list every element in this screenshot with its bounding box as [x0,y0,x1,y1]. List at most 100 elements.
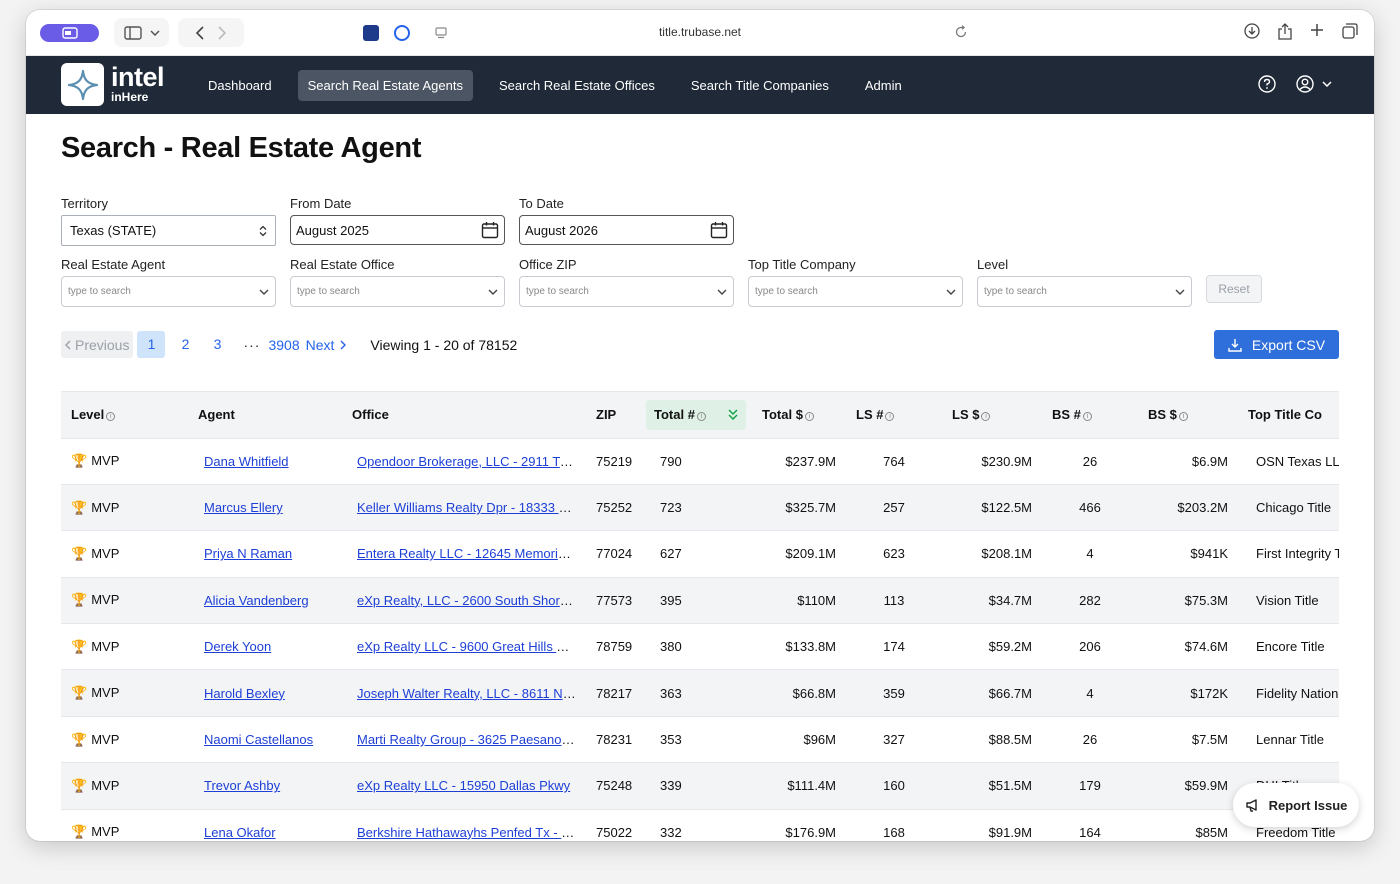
logo-icon[interactable] [61,63,104,106]
office-link[interactable]: Marti Realty Group - 3625 Paesanos Pkwy [357,732,586,747]
logo-text[interactable]: intel inHere [111,62,165,104]
export-csv-button[interactable]: Export CSV [1214,330,1339,359]
tab-overview-icon[interactable] [1342,23,1358,39]
agent-link[interactable]: Dana Whitfield [204,454,289,469]
col-ls-count[interactable]: LS # i [846,392,942,439]
info-icon[interactable]: i [981,412,991,422]
level-cell: 🏆 MVP [61,809,188,841]
info-icon[interactable]: i [1178,412,1188,422]
table-row[interactable]: 🏆 MVP Marcus Ellery Keller Williams Realty … [61,484,1339,532]
nav-search-agents[interactable]: Search Real Estate Agents [297,70,473,101]
bitwarden-extension-icon[interactable] [363,25,379,41]
page-3-button[interactable]: 3 [201,331,233,358]
col-bs-dollar[interactable]: BS $ i [1138,392,1238,439]
agent-link[interactable]: Harold Bexley [204,686,285,701]
col-ls-dollar[interactable]: LS $ i [942,392,1042,439]
col-top-title-co[interactable]: Top Title Co [1238,392,1339,439]
office-link[interactable]: eXp Realty LLC - 9600 Great Hills Trail [357,639,581,654]
sidebar-toggle-button[interactable] [114,18,169,47]
office-link[interactable]: eXp Realty, LLC - 2600 South Shore Blvd [357,593,586,608]
page-2-button[interactable]: 2 [169,331,201,358]
agent-cell: Trevor Ashby [188,762,342,810]
onepassword-extension-icon[interactable] [394,25,410,41]
territory-select[interactable]: Texas (STATE) [61,215,276,246]
page-1-button[interactable]: 1 [137,331,166,358]
from-date-field: From Date August 2025 [290,196,505,245]
agent-link[interactable]: Naomi Castellanos [204,732,313,747]
zip-cell: 78759 [586,623,646,671]
table-row[interactable]: 🏆 MVP Derek Yoon eXp Realty LLC - 9600 Grea… [61,623,1339,671]
reset-button[interactable]: Reset [1206,275,1262,303]
table-header-row: Level i Agent Office ZIP Total # i Total $… [61,392,1339,439]
agent-link[interactable]: Alicia Vandenberg [204,593,309,608]
table-row[interactable]: 🏆 MVP Dana Whitfield Opendoor Brokerage, LL… [61,438,1339,485]
col-agent[interactable]: Agent [188,392,342,439]
last-page-button[interactable]: 3908 [268,337,299,353]
agent-link[interactable]: Marcus Ellery [204,500,283,515]
office-search-input[interactable]: type to search [290,276,505,307]
office-link[interactable]: eXp Realty LLC - 15950 Dallas Pkwy [357,778,570,793]
new-tab-icon[interactable] [1310,23,1324,37]
agent-link[interactable]: Lena Okafor [204,825,276,840]
info-icon[interactable]: i [885,412,895,422]
office-link[interactable]: Berkshire Hathawayhs Penfed Tx - 5757 Al… [357,825,586,840]
level-search-input[interactable]: type to search [977,276,1192,307]
nav-search-offices[interactable]: Search Real Estate Offices [489,70,665,101]
address-bar[interactable]: title.trubase.net [460,25,940,39]
help-icon[interactable] [1258,75,1276,93]
table-row[interactable]: 🏆 MVP Trevor Ashby eXp Realty LLC - 15950 D… [61,762,1339,810]
info-icon[interactable]: i [1082,412,1092,422]
ls-count-cell: 168 [846,809,942,841]
office-link[interactable]: Keller Williams Realty Dpr - 18333 Prest… [357,500,586,515]
col-office[interactable]: Office [342,392,586,439]
logo-sub: inHere [111,90,149,104]
user-menu[interactable] [1296,75,1332,93]
title-company-search-input[interactable]: type to search [748,276,963,307]
col-level[interactable]: Level i [61,392,188,439]
bs-count-cell: 4 [1042,530,1138,578]
col-bs-count[interactable]: BS # i [1042,392,1138,439]
col-total-count[interactable]: Total # i [646,392,752,439]
table-row[interactable]: 🏆 MVP Alicia Vandenberg eXp Realty, LLC - 2… [61,577,1339,625]
info-icon[interactable]: i [804,412,814,422]
trophy-icon: 🏆 [71,731,88,747]
download-icon[interactable] [1244,23,1260,39]
office-link[interactable]: Entera Realty LLC - 12645 Memorial Dr [357,546,585,561]
agent-link[interactable]: Trevor Ashby [204,778,280,793]
col-zip[interactable]: ZIP [586,392,646,439]
forward-icon[interactable] [218,25,226,40]
table-row[interactable]: 🏆 MVP Lena Okafor Berkshire Hathawayhs Penf… [61,809,1339,841]
sort-descending-icon[interactable] [728,409,738,421]
previous-page-button[interactable]: Previous [61,331,134,358]
col-total-dollar[interactable]: Total $ i [752,392,846,439]
table-row[interactable]: 🏆 MVP Naomi Castellanos Marti Realty Group … [61,716,1339,764]
nav-admin[interactable]: Admin [855,70,912,101]
nav-search-title-companies[interactable]: Search Title Companies [681,70,839,101]
report-issue-button[interactable]: Report Issue [1233,783,1359,827]
info-icon[interactable]: i [696,412,706,422]
agent-link[interactable]: Priya N Raman [204,546,292,561]
profile-pill[interactable] [40,24,99,42]
nav-dashboard[interactable]: Dashboard [198,70,282,101]
reader-icon[interactable] [434,25,450,41]
table-row[interactable]: 🏆 MVP Harold Bexley Joseph Walter Realty, L… [61,669,1339,717]
back-icon[interactable] [196,25,204,40]
next-page-button[interactable]: 3908 Next [268,337,347,353]
agent-cell: Harold Bexley [188,669,342,717]
office-link[interactable]: Joseph Walter Realty, LLC - 8611 N New B… [357,686,586,701]
office-label: Real Estate Office [290,257,395,272]
info-icon[interactable]: i [106,412,116,422]
calendar-icon[interactable] [481,221,499,239]
agent-search-input[interactable]: type to search [61,276,276,307]
share-icon[interactable] [1278,23,1292,40]
from-date-input[interactable]: August 2025 [290,215,505,245]
office-link[interactable]: Opendoor Brokerage, LLC - 2911 Turtle Cr… [357,454,586,469]
table-row[interactable]: 🏆 MVP Priya N Raman Entera Realty LLC - 126… [61,530,1339,578]
calendar-icon[interactable] [710,221,728,239]
to-date-input[interactable]: August 2026 [519,215,734,245]
user-icon [1296,75,1314,93]
zip-search-input[interactable]: type to search [519,276,734,307]
agent-link[interactable]: Derek Yoon [204,639,271,654]
reload-icon[interactable] [954,25,968,44]
logo-main: intel [111,62,165,92]
